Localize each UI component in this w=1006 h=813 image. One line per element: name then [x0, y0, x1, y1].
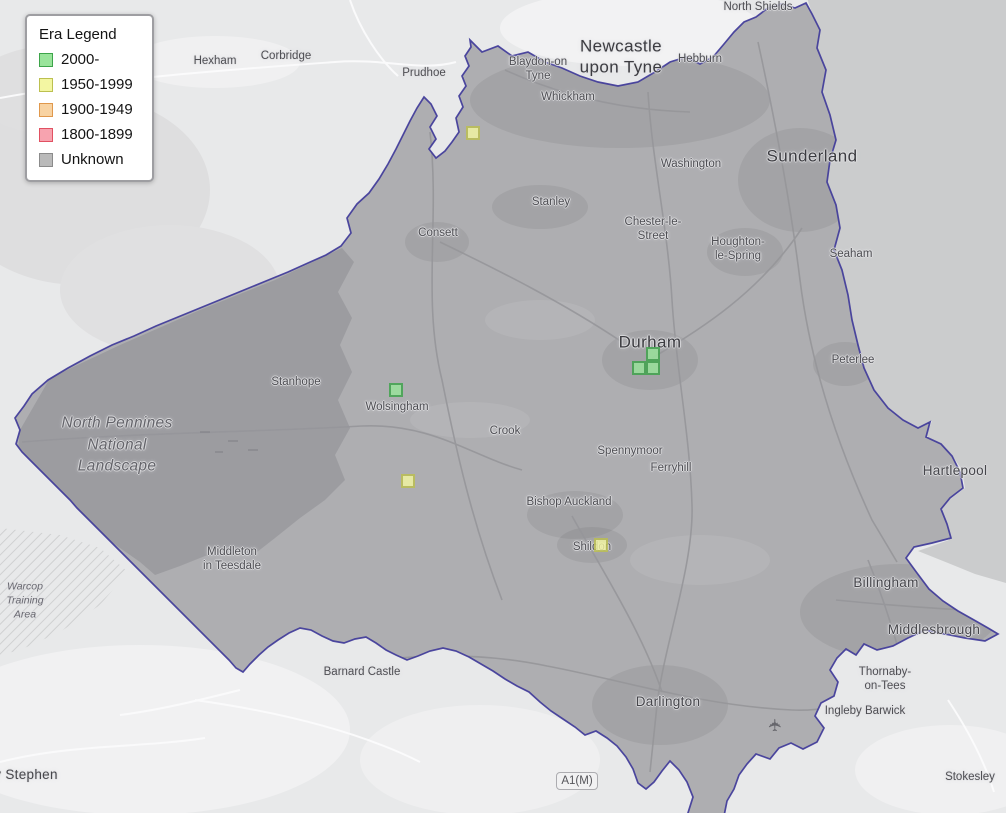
era-marker-2000[interactable] [389, 383, 403, 397]
era-marker-2000[interactable] [632, 361, 646, 375]
legend-item-2000: 2000- [39, 51, 142, 68]
legend-item-1950-1999: 1950-1999 [39, 76, 142, 93]
legend-item-1800-1899: 1800-1899 [39, 126, 142, 143]
legend-item-unknown: Unknown [39, 151, 142, 168]
airplane-icon: ✈ [766, 718, 786, 732]
legend-item-label: 2000- [61, 51, 99, 68]
legend-swatch-icon [39, 78, 53, 92]
legend-item-label: 1950-1999 [61, 76, 133, 93]
era-marker-2000[interactable] [646, 347, 660, 361]
era-legend: Era Legend 2000- 1950-1999 1900-1949 1800-1… [25, 14, 154, 182]
era-marker-1950-1999[interactable] [594, 538, 608, 552]
road-badge-a1m: A1(M) [556, 772, 598, 790]
legend-swatch-icon [39, 153, 53, 167]
era-marker-1950-1999[interactable] [401, 474, 415, 488]
era-marker-1950-1999[interactable] [466, 126, 480, 140]
legend-item-1900-1949: 1900-1949 [39, 101, 142, 118]
legend-item-label: 1900-1949 [61, 101, 133, 118]
legend-swatch-icon [39, 128, 53, 142]
map-screen: North ShieldsNewcastle upon TyneHebburnH… [0, 0, 1006, 813]
legend-swatch-icon [39, 103, 53, 117]
legend-item-label: Unknown [61, 151, 124, 168]
legend-items: 2000- 1950-1999 1900-1949 1800-1899 Unknown [39, 51, 142, 168]
legend-title: Era Legend [39, 26, 142, 43]
legend-swatch-icon [39, 53, 53, 67]
legend-item-label: 1800-1899 [61, 126, 133, 143]
era-marker-2000[interactable] [646, 361, 660, 375]
